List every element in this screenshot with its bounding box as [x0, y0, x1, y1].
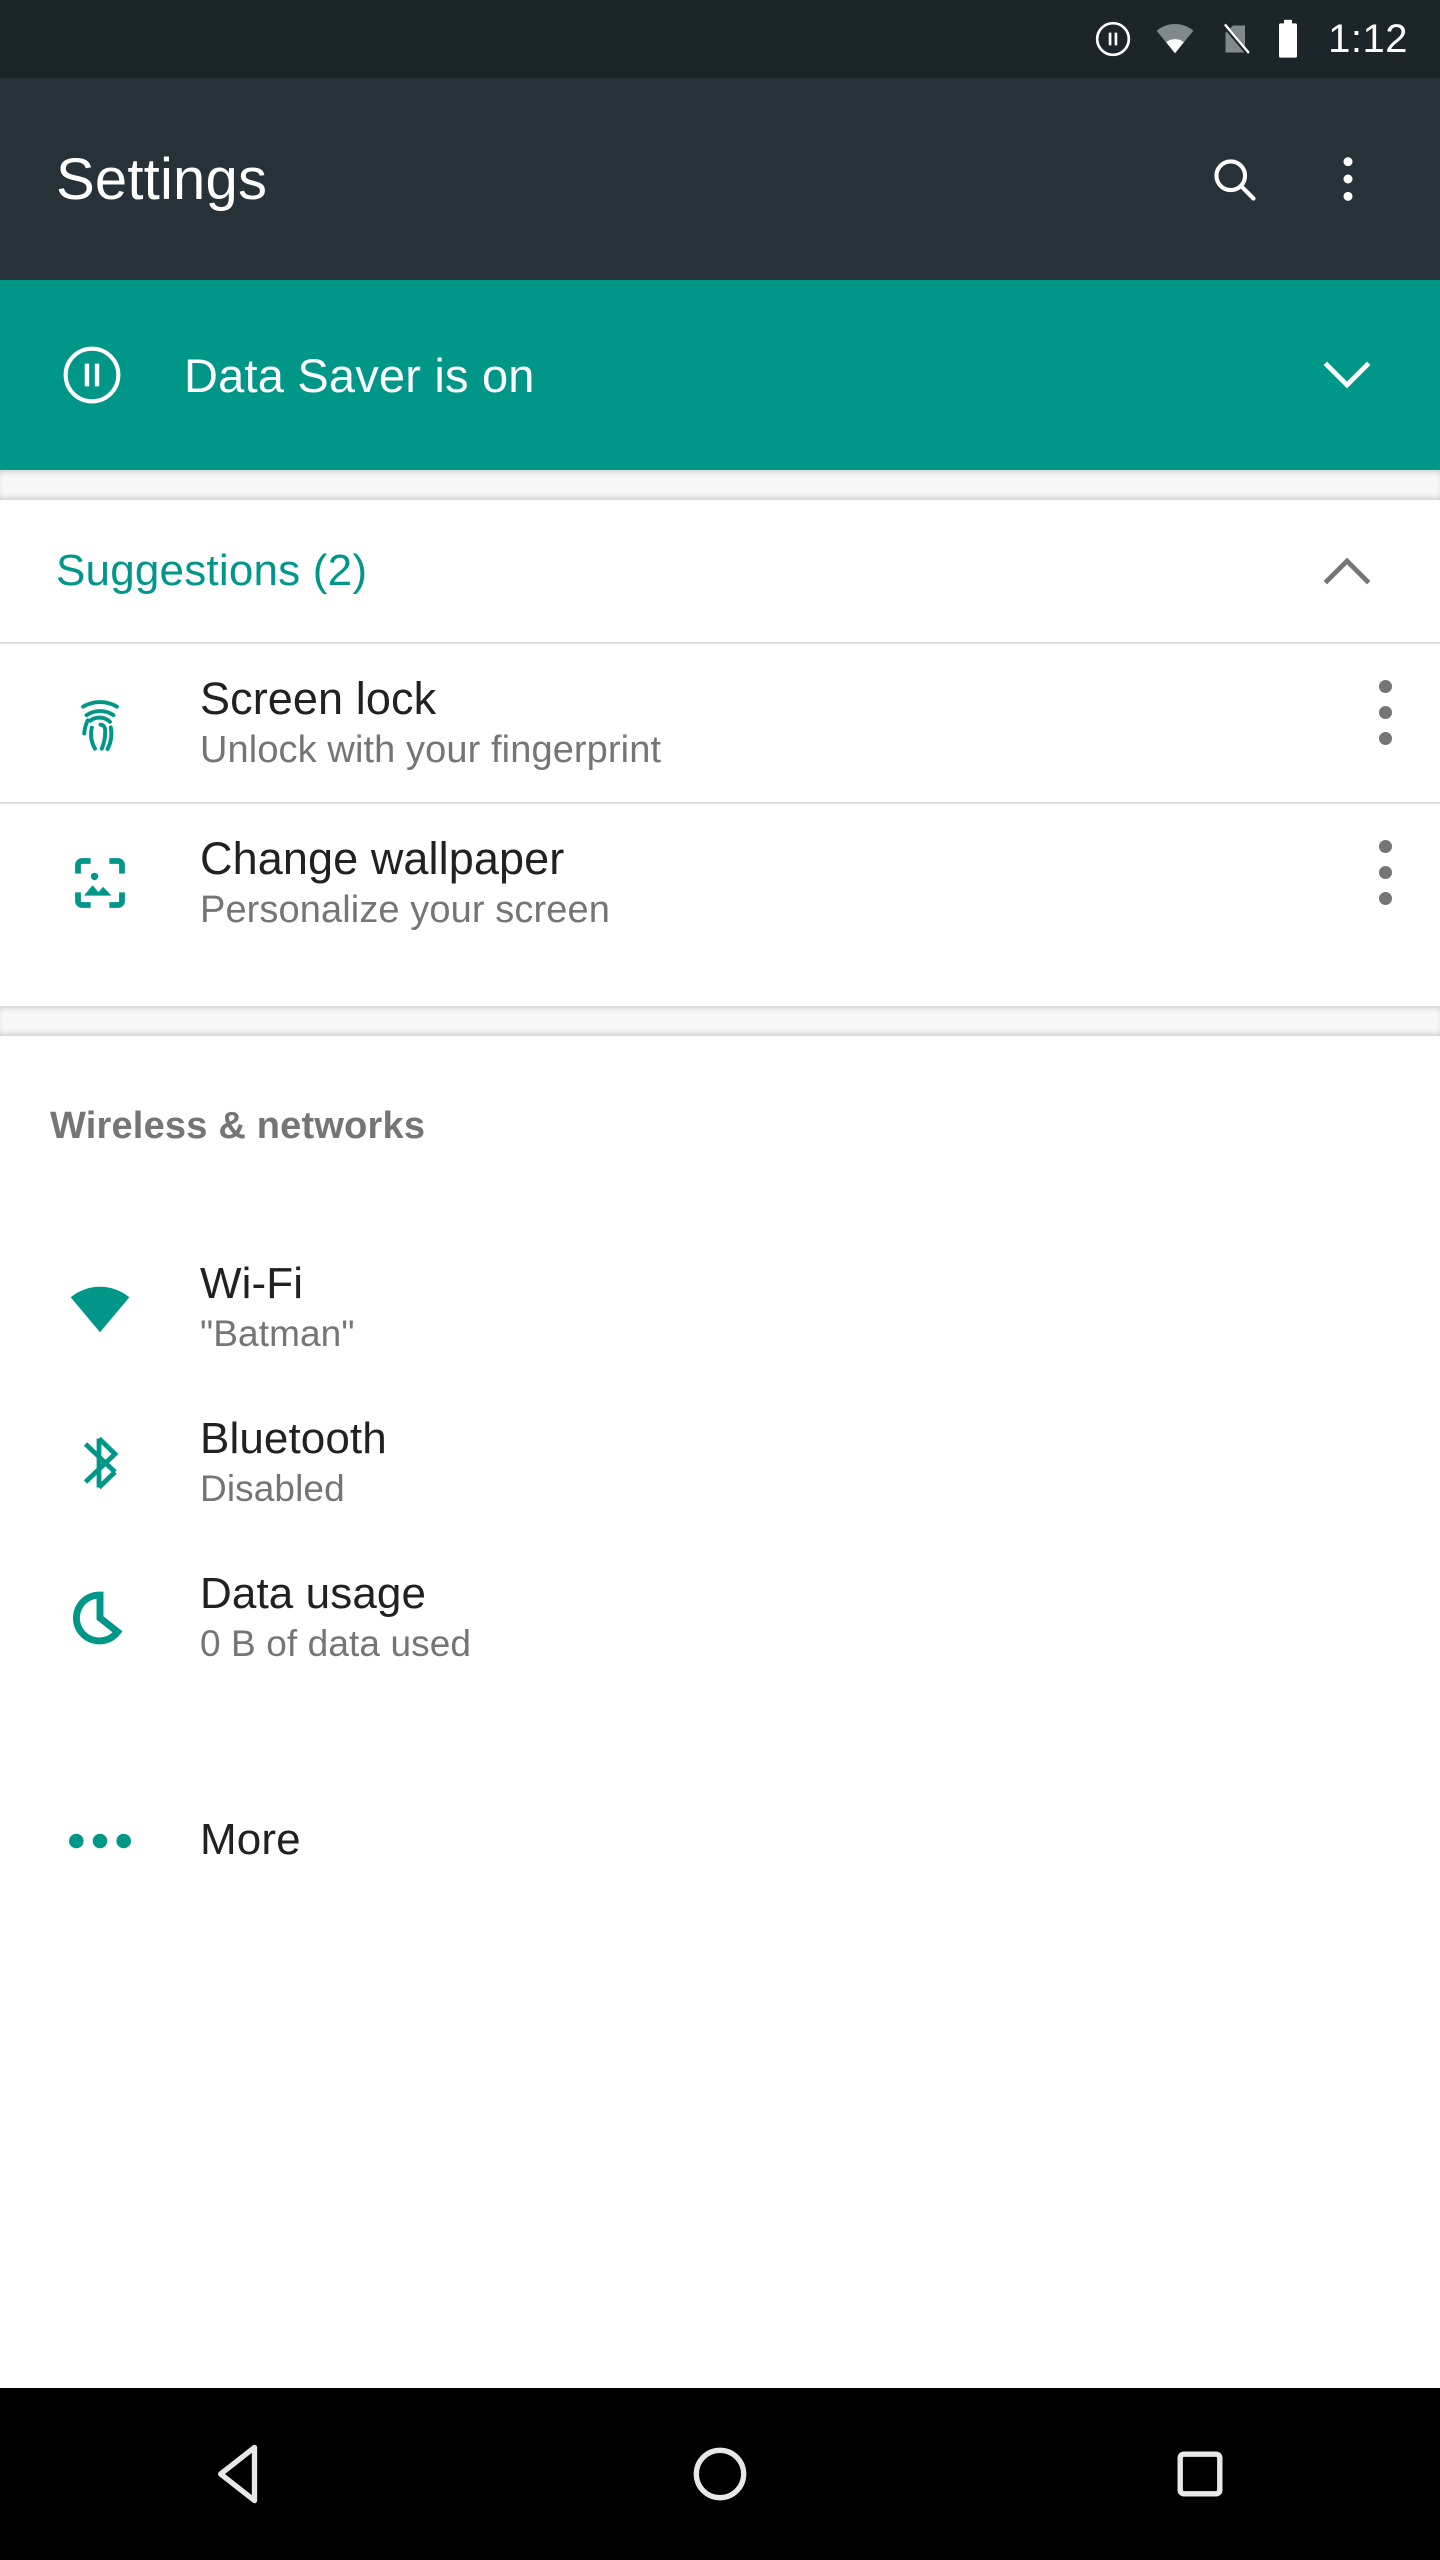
setting-title: More: [200, 1815, 301, 1865]
card-separator: [0, 470, 1440, 500]
fingerprint-icon: [48, 688, 152, 758]
suggestion-text: Screen lock Unlock with your fingerprint: [200, 674, 1330, 771]
back-triangle-icon[interactable]: [140, 2388, 340, 2560]
bluetooth-icon: [48, 1430, 152, 1496]
battery-full-icon: [1276, 19, 1300, 59]
setting-row-more[interactable]: More: [0, 1763, 1440, 1918]
app-bar: Settings: [0, 78, 1440, 280]
setting-row-data-usage[interactable]: Data usage 0 B of data used: [0, 1540, 1440, 1695]
setting-text: Bluetooth Disabled: [200, 1413, 1440, 1510]
chevron-down-icon[interactable]: [1302, 360, 1392, 390]
navigation-bar: [0, 2388, 1440, 2560]
setting-row-bluetooth[interactable]: Bluetooth Disabled: [0, 1385, 1440, 1540]
spacer: [0, 962, 1440, 1006]
card-separator: [0, 1006, 1440, 1036]
suggestion-title: Change wallpaper: [200, 833, 565, 885]
wifi-icon: [48, 1277, 152, 1339]
setting-text: More: [200, 1815, 1440, 1865]
suggestion-title: Screen lock: [200, 673, 437, 725]
setting-subtitle: 0 B of data used: [200, 1623, 472, 1665]
wallpaper-icon: [48, 850, 152, 916]
section-header-wireless: Wireless & networks: [0, 1036, 1440, 1162]
no-sim-icon: [1218, 20, 1254, 58]
android-settings-screen: 1:12 Settings Data Saver is on Suggestio…: [0, 0, 1440, 2560]
page-title: Settings: [56, 146, 268, 212]
suggestion-row-screen-lock[interactable]: Screen lock Unlock with your fingerprint: [0, 644, 1440, 802]
setting-title: Data usage: [200, 1568, 427, 1618]
suggestions-title: Suggestions (2): [56, 546, 368, 595]
app-bar-actions: [1186, 131, 1396, 227]
recents-square-icon[interactable]: [1100, 2388, 1300, 2560]
setting-text: Wi-Fi "Batman": [200, 1258, 1440, 1355]
setting-title: Bluetooth: [200, 1413, 387, 1463]
more-horizontal-icon: [48, 1831, 152, 1851]
data-saver-pause-icon: [1094, 20, 1132, 58]
data-usage-icon: [48, 1586, 152, 1650]
setting-title: Wi-Fi: [200, 1258, 304, 1308]
more-vertical-icon[interactable]: [1330, 644, 1440, 802]
setting-row-wifi[interactable]: Wi-Fi "Batman": [0, 1230, 1440, 1385]
spacer: [0, 1695, 1440, 1763]
search-icon[interactable]: [1186, 131, 1282, 227]
spacer: [0, 1162, 1440, 1230]
suggestions-header[interactable]: Suggestions (2): [0, 500, 1440, 642]
data-saver-banner[interactable]: Data Saver is on: [0, 280, 1440, 470]
data-saver-pause-icon: [50, 344, 134, 406]
wifi-signal-icon: [1154, 20, 1196, 58]
status-bar: 1:12: [0, 0, 1440, 78]
chevron-up-icon[interactable]: [1302, 556, 1392, 586]
home-circle-icon[interactable]: [620, 2388, 820, 2560]
section-header-label: Wireless & networks: [50, 1105, 426, 1147]
overflow-dots: [1378, 679, 1392, 745]
setting-text: Data usage 0 B of data used: [200, 1568, 1440, 1665]
status-bar-clock: 1:12: [1328, 17, 1408, 61]
suggestion-row-change-wallpaper[interactable]: Change wallpaper Personalize your screen: [0, 804, 1440, 962]
suggestion-text: Change wallpaper Personalize your screen: [200, 834, 1330, 931]
suggestion-subtitle: Unlock with your fingerprint: [200, 728, 662, 771]
suggestion-subtitle: Personalize your screen: [200, 888, 610, 931]
more-vertical-icon[interactable]: [1300, 131, 1396, 227]
overflow-dots: [1378, 839, 1392, 905]
more-vertical-icon[interactable]: [1330, 804, 1440, 962]
setting-subtitle: "Batman": [200, 1313, 355, 1355]
setting-subtitle: Disabled: [200, 1468, 345, 1510]
data-saver-label: Data Saver is on: [184, 348, 535, 402]
